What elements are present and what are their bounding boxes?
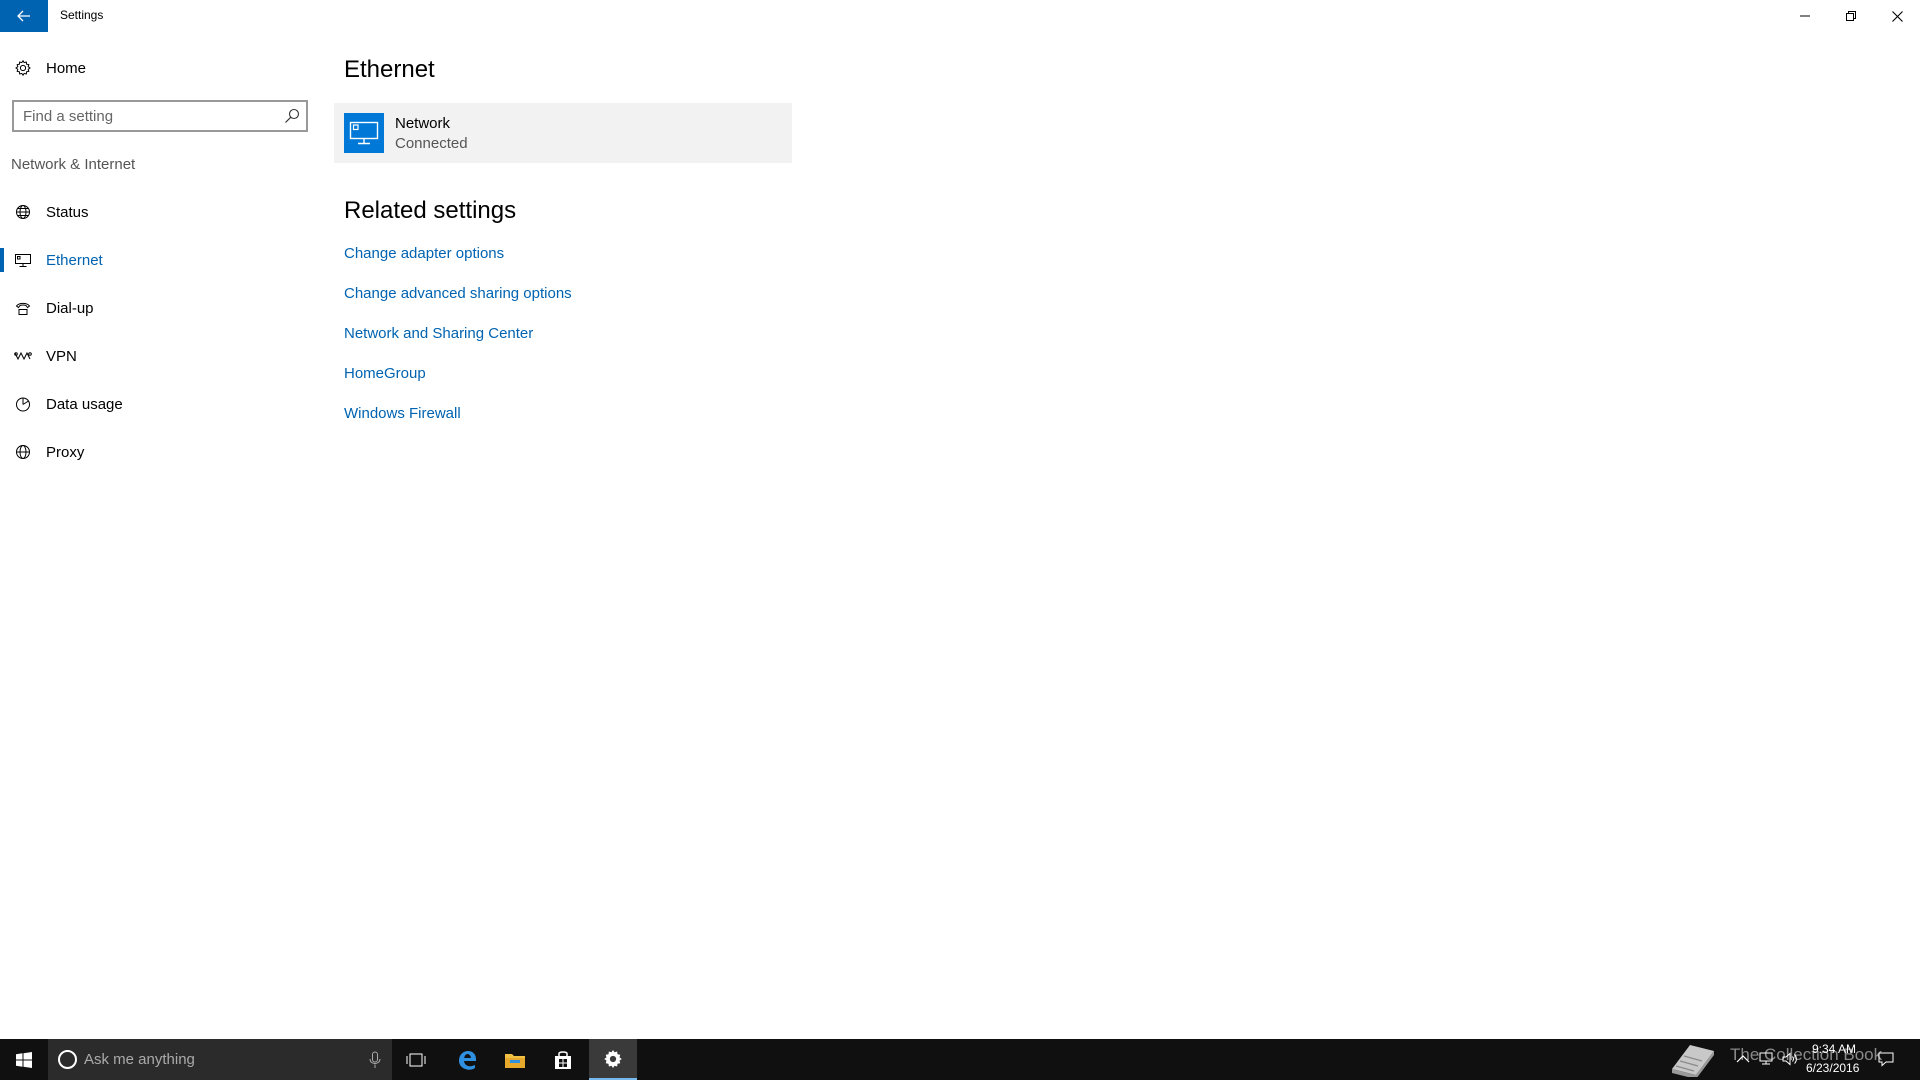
- sidebar-item-proxy[interactable]: Proxy: [0, 428, 320, 476]
- link-windows-firewall[interactable]: Windows Firewall: [344, 405, 461, 422]
- ethernet-icon: [14, 251, 32, 269]
- task-view-icon: [406, 1053, 426, 1066]
- store-bag-icon: [555, 1050, 571, 1069]
- folder-icon: [505, 1053, 525, 1068]
- task-view-button[interactable]: [392, 1039, 440, 1080]
- clock-date[interactable]: 6/23/2016: [1806, 1061, 1859, 1075]
- search-input[interactable]: [14, 103, 264, 129]
- sidebar-item-vpn[interactable]: VPN: [0, 332, 320, 380]
- restore-icon: [1846, 11, 1856, 21]
- taskbar-settings[interactable]: [589, 1039, 637, 1080]
- ethernet-monitor-icon: [349, 121, 379, 145]
- gear-icon: [14, 59, 32, 77]
- microphone-icon[interactable]: [368, 1051, 382, 1069]
- edge-icon: [459, 1050, 476, 1070]
- link-homegroup[interactable]: HomeGroup: [344, 365, 426, 382]
- windows-logo-icon: [16, 1051, 32, 1068]
- search-icon[interactable]: [284, 108, 300, 124]
- taskbar: Ask me anything The Collection Book 9:34…: [0, 1039, 1920, 1080]
- section-heading: Network & Internet: [11, 156, 136, 173]
- sidebar-item-label: Proxy: [46, 443, 85, 461]
- sidebar-item-label: Status: [46, 203, 89, 221]
- network-card[interactable]: Network Connected: [334, 103, 792, 163]
- link-change-advanced-sharing-options[interactable]: Change advanced sharing options: [344, 285, 572, 302]
- network-tray-icon[interactable]: [1757, 1050, 1775, 1068]
- sidebar-item-status[interactable]: Status: [0, 188, 320, 236]
- sidebar-item-ethernet[interactable]: Ethernet: [0, 236, 320, 284]
- search-box[interactable]: [12, 100, 308, 132]
- sidebar-item-dial-up[interactable]: Dial-up: [0, 284, 320, 332]
- sidebar-item-label: Data usage: [46, 395, 123, 413]
- data-usage-icon: [14, 395, 32, 413]
- proxy-globe-icon: [14, 443, 32, 461]
- sidebar-item-label: Ethernet: [46, 251, 103, 269]
- window-title: Settings: [60, 8, 104, 22]
- sidebar: Home Network & Internet Status Ethernet: [0, 32, 320, 1039]
- title-bar: Settings: [0, 0, 1920, 32]
- minimize-icon: [1800, 15, 1810, 17]
- watermark-book-icon: [1672, 1045, 1714, 1077]
- restore-button[interactable]: [1828, 0, 1874, 32]
- sidebar-item-label: Dial-up: [46, 299, 94, 317]
- page-title: Ethernet: [344, 56, 435, 83]
- related-settings-heading: Related settings: [344, 197, 517, 224]
- taskbar-edge[interactable]: [443, 1039, 491, 1080]
- chevron-up-icon[interactable]: [1734, 1050, 1752, 1068]
- sidebar-item-data-usage[interactable]: Data usage: [0, 380, 320, 428]
- dial-up-icon: [14, 299, 32, 317]
- volume-icon[interactable]: [1781, 1050, 1799, 1068]
- close-button[interactable]: [1874, 0, 1920, 32]
- cortana-search-box[interactable]: Ask me anything: [48, 1039, 392, 1080]
- network-status: Connected: [395, 135, 468, 152]
- settings-gear-icon: [604, 1049, 622, 1068]
- taskbar-file-explorer[interactable]: [491, 1039, 539, 1080]
- status-globe-icon: [14, 203, 32, 221]
- cortana-placeholder: Ask me anything: [84, 1051, 195, 1068]
- window-controls: [1782, 0, 1920, 32]
- sidebar-item-label: VPN: [46, 347, 77, 365]
- close-icon: [1891, 10, 1903, 22]
- vpn-icon: [14, 347, 32, 365]
- sidebar-item-home[interactable]: Home: [0, 44, 320, 92]
- back-arrow-icon: [17, 10, 30, 22]
- action-center-icon[interactable]: [1877, 1050, 1895, 1068]
- clock-time[interactable]: 9:34 AM: [1812, 1042, 1856, 1056]
- taskbar-store[interactable]: [539, 1039, 587, 1080]
- cortana-icon: [58, 1050, 77, 1069]
- back-button[interactable]: [0, 0, 48, 32]
- network-name: Network: [395, 115, 451, 132]
- start-button[interactable]: [0, 1039, 48, 1080]
- sidebar-item-label: Home: [46, 59, 87, 77]
- minimize-button[interactable]: [1782, 0, 1828, 32]
- link-change-adapter-options[interactable]: Change adapter options: [344, 245, 504, 262]
- network-tile-icon: [344, 113, 384, 153]
- link-network-and-sharing-center[interactable]: Network and Sharing Center: [344, 325, 533, 342]
